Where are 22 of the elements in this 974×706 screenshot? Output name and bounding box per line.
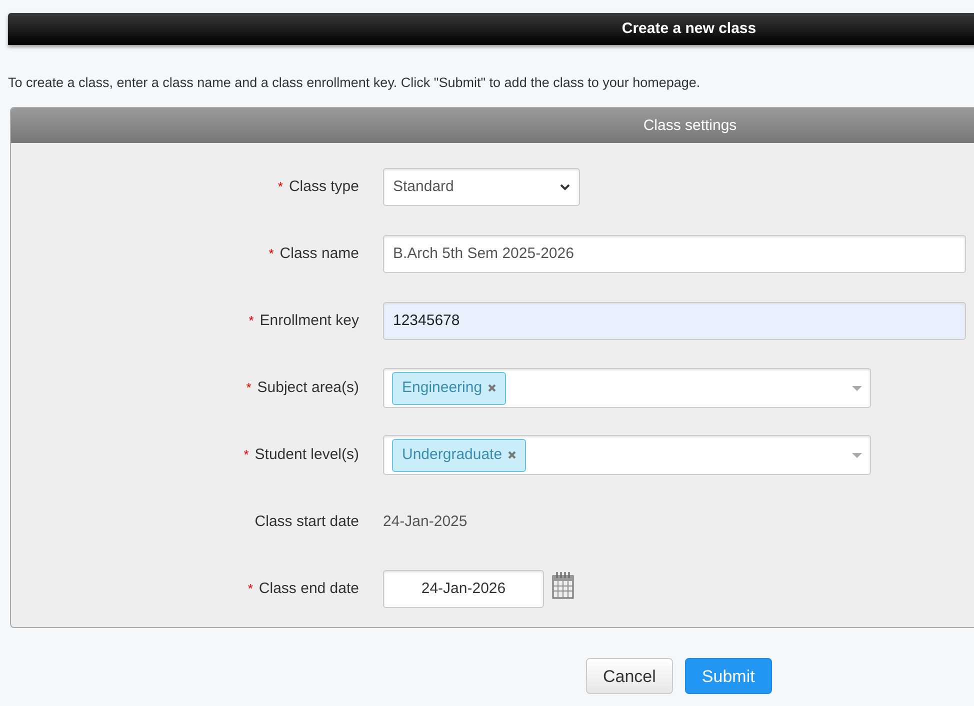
field-label: * Enrollment key bbox=[248, 312, 359, 329]
panel-header: Class settings bbox=[11, 108, 974, 144]
chevron-down-icon bbox=[560, 184, 570, 191]
field-label: * Class name bbox=[268, 245, 359, 262]
field-label: * Student level(s) bbox=[244, 446, 359, 463]
dropdown-arrow-icon[interactable] bbox=[852, 386, 862, 391]
date-field[interactable]: 24-Jan-2026 bbox=[383, 570, 544, 608]
field-label: * Class type bbox=[278, 178, 359, 195]
remove-icon[interactable] bbox=[508, 451, 516, 460]
remove-icon[interactable] bbox=[488, 384, 496, 392]
page-header: Create a new class bbox=[8, 13, 974, 45]
dropdown-arrow-icon[interactable] bbox=[852, 452, 862, 458]
input-field[interactable]: 12345678 bbox=[383, 302, 966, 340]
field-label: Class start date bbox=[254, 513, 359, 530]
input-field[interactable]: B.Arch 5th Sem 2025-2026 bbox=[383, 235, 966, 274]
field-label: * Class end date bbox=[248, 580, 359, 597]
field-label: * Subject area(s) bbox=[246, 379, 359, 396]
cancel-button[interactable]: Cancel bbox=[586, 658, 673, 694]
calendar-icon[interactable] bbox=[552, 571, 574, 600]
start-date-value: 24-Jan-2025 bbox=[383, 512, 468, 532]
instruction-text: To create a class, enter a class name and a class enrollment key. Click "Submit" to add the class to your homepage. bbox=[8, 74, 702, 92]
class-type-select[interactable]: Standard bbox=[383, 168, 580, 206]
